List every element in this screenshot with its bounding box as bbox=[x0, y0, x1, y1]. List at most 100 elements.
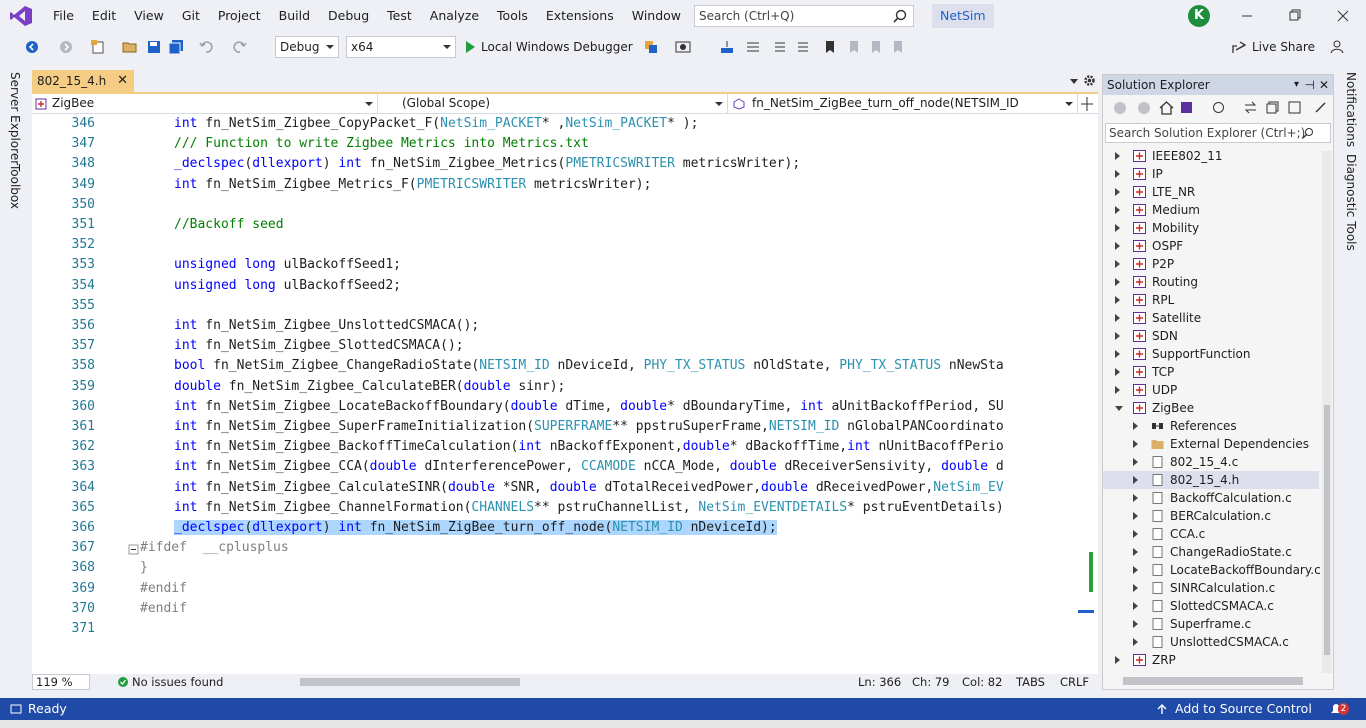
line-endings[interactable]: CRLF bbox=[1060, 674, 1089, 690]
code-editor[interactable]: 346 int fn_NetSim_Zigbee_CopyPacket_F(Net… bbox=[32, 114, 1098, 674]
home-icon[interactable] bbox=[1159, 100, 1174, 115]
solution-search-input[interactable]: Search Solution Explorer (Ctrl+;) bbox=[1105, 123, 1331, 143]
chevron-right-icon[interactable] bbox=[1133, 620, 1138, 628]
forward-icon[interactable] bbox=[58, 39, 74, 55]
code-text[interactable]: #ifdef __cplusplus bbox=[140, 538, 289, 558]
code-text[interactable]: //Backoff seed bbox=[174, 215, 284, 235]
menu-item-analyze[interactable]: Analyze bbox=[421, 0, 488, 32]
code-text[interactable]: int fn_NetSim_Zigbee_UnslottedCSMACA(); bbox=[174, 316, 479, 336]
menu-item-tools[interactable]: Tools bbox=[488, 0, 537, 32]
back-icon[interactable] bbox=[1113, 101, 1127, 115]
menu-item-build[interactable]: Build bbox=[270, 0, 319, 32]
menu-item-test[interactable]: Test bbox=[378, 0, 421, 32]
tab-list-dropdown-icon[interactable] bbox=[1068, 75, 1080, 87]
screenshot-icon[interactable] bbox=[675, 39, 691, 55]
collapse-region-icon[interactable] bbox=[128, 544, 140, 556]
code-line[interactable]: 349 int fn_NetSim_Zigbee_Metrics_F(PMETRI… bbox=[32, 175, 1076, 195]
code-text[interactable]: int fn_NetSim_Zigbee_CopyPacket_F(NetSim… bbox=[174, 114, 698, 134]
global-scope-dropdown[interactable]: (Global Scope) bbox=[380, 94, 728, 114]
tree-item-sdn[interactable]: SDN bbox=[1103, 327, 1319, 345]
tree-item-lte-nr[interactable]: LTE_NR bbox=[1103, 183, 1319, 201]
zoom-dropdown[interactable]: 119 % bbox=[32, 674, 90, 690]
code-line[interactable]: 355 bbox=[32, 296, 1076, 316]
tree-item-slottedcsmaca-c[interactable]: SlottedCSMACA.c bbox=[1103, 597, 1319, 615]
code-line[interactable]: 369 #endif bbox=[32, 579, 1076, 599]
tree-item-p2p[interactable]: P2P bbox=[1103, 255, 1319, 273]
code-text[interactable]: /// Function to write Zigbee Metrics int… bbox=[174, 134, 589, 154]
menu-item-git[interactable]: Git bbox=[173, 0, 209, 32]
new-project-icon[interactable] bbox=[90, 39, 106, 55]
bookmark-next-file-icon[interactable] bbox=[868, 39, 884, 55]
menu-item-edit[interactable]: Edit bbox=[83, 0, 125, 32]
uncomment-icon[interactable] bbox=[796, 39, 812, 55]
code-line[interactable]: 354 unsigned long ulBackoffSeed2; bbox=[32, 276, 1076, 296]
code-text[interactable]: #endif bbox=[140, 599, 187, 619]
menu-item-view[interactable]: View bbox=[125, 0, 173, 32]
chevron-right-icon[interactable] bbox=[1115, 314, 1120, 322]
redo-icon[interactable] bbox=[232, 39, 248, 55]
member-dropdown[interactable]: fn_NetSim_ZigBee_turn_off_node(NETSIM_ID… bbox=[730, 94, 1078, 129]
tree-item-bercalculation-c[interactable]: BERCalculation.c bbox=[1103, 507, 1319, 525]
open-file-icon[interactable] bbox=[122, 39, 138, 55]
issues-label[interactable]: No issues found bbox=[132, 674, 223, 690]
chevron-right-icon[interactable] bbox=[1115, 152, 1120, 160]
bookmark-icon[interactable] bbox=[822, 39, 838, 55]
chevron-right-icon[interactable] bbox=[1133, 476, 1138, 484]
code-line[interactable]: 364 int fn_NetSim_Zigbee_CalculateSINR(do… bbox=[32, 478, 1076, 498]
chevron-right-icon[interactable] bbox=[1115, 350, 1120, 358]
back-icon[interactable] bbox=[24, 39, 40, 55]
code-line[interactable]: 361 int fn_NetSim_Zigbee_SuperFrameInitia… bbox=[32, 417, 1076, 437]
menu-item-debug[interactable]: Debug bbox=[319, 0, 378, 32]
bookmark-clear-icon[interactable] bbox=[890, 39, 906, 55]
menu-item-extensions[interactable]: Extensions bbox=[537, 0, 623, 32]
code-text[interactable]: } bbox=[140, 558, 148, 578]
notifications-tab[interactable]: Notifications bbox=[1344, 72, 1358, 147]
chevron-down-icon[interactable] bbox=[1115, 406, 1123, 411]
code-text[interactable]: int fn_NetSim_Zigbee_SlottedCSMACA(); bbox=[174, 336, 464, 356]
bookmark-next-icon[interactable] bbox=[846, 39, 862, 55]
chevron-right-icon[interactable] bbox=[1115, 278, 1120, 286]
chevron-right-icon[interactable] bbox=[1115, 368, 1120, 376]
search-box[interactable]: Search (Ctrl+Q) bbox=[694, 5, 914, 27]
code-text[interactable]: int fn_NetSim_Zigbee_BackoffTimeCalculat… bbox=[174, 437, 1004, 457]
tree-item-backoffcalculation-c[interactable]: BackoffCalculation.c bbox=[1103, 489, 1319, 507]
tree-item-udp[interactable]: UDP bbox=[1103, 381, 1319, 399]
chevron-right-icon[interactable] bbox=[1133, 512, 1138, 520]
code-line[interactable]: 371 bbox=[32, 619, 1076, 639]
sync-icon[interactable] bbox=[1243, 100, 1258, 115]
code-text[interactable]: int fn_NetSim_Zigbee_CCA(double dInterfe… bbox=[174, 457, 1004, 477]
tree-item-routing[interactable]: Routing bbox=[1103, 273, 1319, 291]
chevron-right-icon[interactable] bbox=[1115, 260, 1120, 268]
tree-item-zigbee[interactable]: ZigBee bbox=[1103, 399, 1319, 417]
tree-item-supportfunction[interactable]: SupportFunction bbox=[1103, 345, 1319, 363]
project-scope-dropdown[interactable]: ZigBee bbox=[32, 94, 378, 114]
code-text[interactable]: int fn_NetSim_Zigbee_LocateBackoffBounda… bbox=[174, 397, 1004, 417]
close-window-icon[interactable] bbox=[1320, 0, 1366, 32]
code-line[interactable]: 363 int fn_NetSim_Zigbee_CCA(double dInte… bbox=[32, 457, 1076, 477]
tree-item-satellite[interactable]: Satellite bbox=[1103, 309, 1319, 327]
code-line[interactable]: 357 int fn_NetSim_Zigbee_SlottedCSMACA(); bbox=[32, 336, 1076, 356]
tree-item-external-dependencies[interactable]: External Dependencies bbox=[1103, 435, 1319, 453]
chevron-right-icon[interactable] bbox=[1133, 494, 1138, 502]
code-line[interactable]: 370 #endif bbox=[32, 599, 1076, 619]
code-line[interactable]: 366 _declspec(dllexport) int fn_NetSim_Zi… bbox=[32, 518, 1076, 538]
code-text[interactable]: _declspec(dllexport) int fn_NetSim_Zigbe… bbox=[174, 154, 800, 174]
tree-item-sinrcalculation-c[interactable]: SINRCalculation.c bbox=[1103, 579, 1319, 597]
code-line[interactable]: 356 int fn_NetSim_Zigbee_UnslottedCSMACA(… bbox=[32, 316, 1076, 336]
properties-icon[interactable] bbox=[1313, 100, 1328, 115]
code-line[interactable]: 360 int fn_NetSim_Zigbee_LocateBackoffBou… bbox=[32, 397, 1076, 417]
chevron-right-icon[interactable] bbox=[1115, 188, 1120, 196]
tree-item-rpl[interactable]: RPL bbox=[1103, 291, 1319, 309]
collapse-all-icon[interactable] bbox=[1265, 100, 1280, 115]
tree-horizontal-scrollbar-thumb[interactable] bbox=[1123, 677, 1303, 685]
user-avatar[interactable]: K bbox=[1188, 5, 1210, 27]
tree-item-802-15-4-h[interactable]: 802_15_4.h bbox=[1103, 471, 1319, 489]
code-text[interactable]: bool fn_NetSim_Zigbee_ChangeRadioState(N… bbox=[174, 356, 1004, 376]
settings-gear-icon[interactable] bbox=[1083, 74, 1096, 87]
code-line[interactable]: 351 //Backoff seed bbox=[32, 215, 1076, 235]
save-icon[interactable] bbox=[146, 39, 162, 55]
panel-menu-icon[interactable]: ▾ bbox=[1294, 75, 1299, 95]
tree-item-cca-c[interactable]: CCA.c bbox=[1103, 525, 1319, 543]
tree-item-ieee802-11[interactable]: IEEE802_11 bbox=[1103, 147, 1319, 165]
tree-item-unslottedcsmaca-c[interactable]: UnslottedCSMACA.c bbox=[1103, 633, 1319, 651]
